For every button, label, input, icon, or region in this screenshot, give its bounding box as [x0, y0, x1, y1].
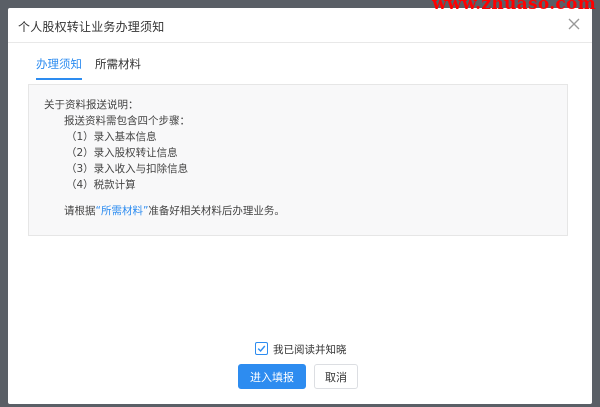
- notice-content: 关于资料报送说明： 报送资料需包含四个步骤： （1）录入基本信息 （2）录入股权…: [28, 84, 568, 236]
- notice-dialog: 个人股权转让业务办理须知 办理须知 所需材料 关于资料报送说明： 报送资料需包含…: [8, 8, 592, 404]
- cancel-button[interactable]: 取消: [314, 364, 358, 389]
- checkbox-box[interactable]: [255, 342, 268, 355]
- step-item: （2）录入股权转让信息: [66, 147, 178, 159]
- tab-notice[interactable]: 办理须知: [36, 56, 82, 80]
- close-icon: [568, 18, 580, 30]
- agree-label: 我已阅读并知晓: [273, 344, 347, 356]
- enter-fill-button[interactable]: 进入填报: [238, 364, 306, 389]
- notice-footer: 请根据“所需材料”准备好相关材料后办理业务。: [64, 203, 285, 218]
- step-item: （1）录入基本信息: [66, 131, 157, 143]
- dialog-title: 个人股权转让业务办理须知: [18, 20, 165, 34]
- notice-intro: 报送资料需包含四个步骤：: [64, 115, 190, 127]
- step-item: （4）税款计算: [66, 179, 136, 191]
- footer-prefix: 请根据: [64, 205, 96, 217]
- materials-link[interactable]: “所需材料”: [96, 205, 149, 217]
- step-item: （3）录入收入与扣除信息: [66, 163, 189, 175]
- close-button[interactable]: [566, 16, 582, 32]
- footer-suffix: 准备好相关材料后办理业务。: [148, 205, 285, 217]
- check-icon: [257, 345, 266, 353]
- tab-materials[interactable]: 所需材料: [95, 56, 141, 78]
- notice-heading: 关于资料报送说明：: [44, 99, 139, 111]
- watermark-text: www.zhuaso.com: [432, 0, 596, 14]
